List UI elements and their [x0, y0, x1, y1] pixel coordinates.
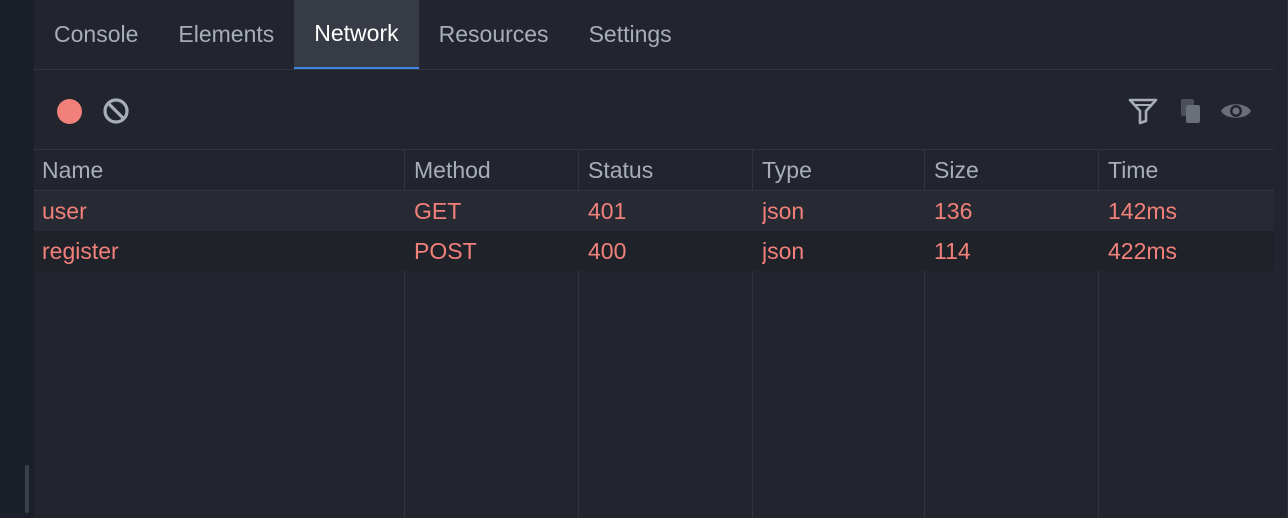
- tab-network[interactable]: Network: [294, 0, 419, 69]
- tab-settings[interactable]: Settings: [569, 0, 692, 69]
- column-header-size[interactable]: Size: [934, 150, 1094, 190]
- request-status: 400: [588, 238, 627, 264]
- request-type: json: [762, 198, 805, 224]
- request-type: json: [762, 238, 805, 264]
- column-header-time[interactable]: Time: [1108, 150, 1268, 190]
- network-request-table: Name Method Status Type Size Time user G…: [34, 150, 1274, 518]
- column-header-status[interactable]: Status: [588, 150, 748, 190]
- request-time: 142ms: [1108, 198, 1178, 224]
- column-header-type[interactable]: Type: [762, 150, 922, 190]
- request-method: POST: [414, 238, 477, 264]
- request-name: user: [42, 198, 87, 224]
- tab-bar: Console Elements Network Resources Setti…: [34, 0, 1274, 70]
- table-header-row: Name Method Status Type Size Time: [34, 150, 1274, 191]
- request-name: register: [42, 238, 119, 264]
- table-row[interactable]: register POST 400 json 114 422ms: [34, 231, 1274, 271]
- record-icon[interactable]: [55, 97, 83, 125]
- request-status: 401: [588, 198, 627, 224]
- eye-icon[interactable]: [1218, 95, 1254, 127]
- devtools-panel: Console Elements Network Resources Setti…: [34, 0, 1288, 518]
- left-gutter: [0, 0, 34, 518]
- tab-elements[interactable]: Elements: [158, 0, 294, 69]
- column-header-name[interactable]: Name: [42, 150, 402, 190]
- request-size: 114: [934, 238, 971, 264]
- request-method: GET: [414, 198, 462, 224]
- copy-icon[interactable]: [1176, 95, 1206, 127]
- clear-icon[interactable]: [101, 96, 131, 126]
- table-row[interactable]: user GET 401 json 136 142ms: [34, 191, 1274, 231]
- column-header-method[interactable]: Method: [414, 150, 574, 190]
- tab-resources[interactable]: Resources: [419, 0, 569, 69]
- tab-console[interactable]: Console: [34, 0, 158, 69]
- network-toolbar: [34, 70, 1274, 150]
- request-size: 136: [934, 198, 973, 224]
- filter-icon[interactable]: [1127, 95, 1159, 127]
- resize-handle[interactable]: [25, 465, 29, 513]
- request-time: 422ms: [1108, 238, 1178, 264]
